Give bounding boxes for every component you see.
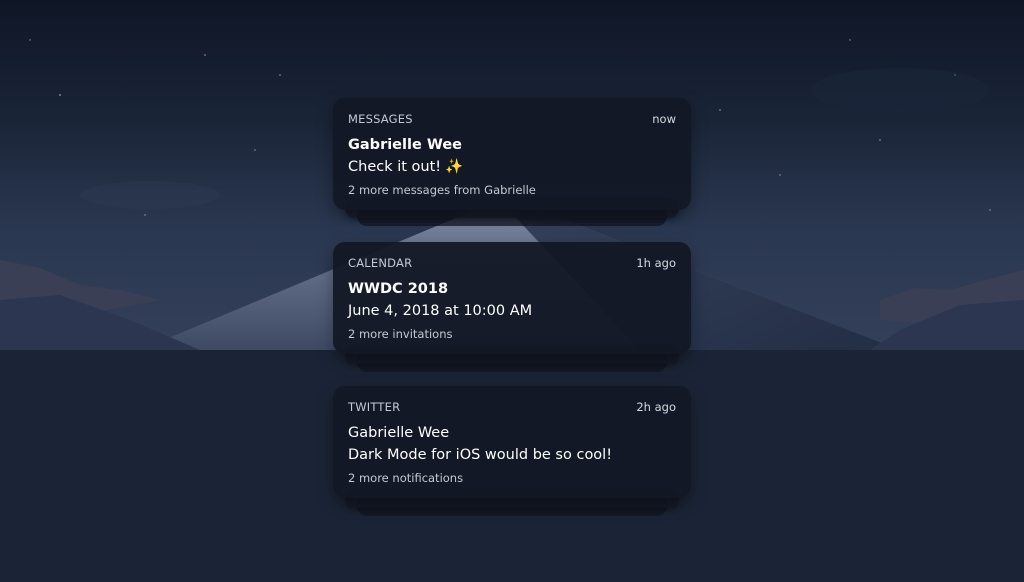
notification-header: CALENDAR 1h ago	[348, 256, 676, 270]
notification-card-calendar[interactable]: CALENDAR 1h ago WWDC 2018 June 4, 2018 a…	[333, 242, 691, 354]
notification-body: Dark Mode for iOS would be so cool!	[348, 447, 613, 463]
notification-body: Check it out! ✨	[348, 158, 676, 176]
sparkles-icon: ✨	[445, 159, 464, 175]
notification-card-messages[interactable]: MESSAGES now Gabrielle Wee Check it out!…	[333, 98, 691, 210]
notification-title: Gabrielle Wee	[348, 137, 462, 153]
notification-card-twitter[interactable]: TWITTER 2h ago Gabrielle Wee Dark Mode f…	[333, 386, 691, 498]
notification-title: WWDC 2018	[348, 281, 449, 297]
notification-header: MESSAGES now	[348, 112, 676, 126]
app-name: MESSAGES	[348, 112, 413, 126]
more-notifications-link[interactable]: 2 more notifications	[348, 471, 676, 485]
app-name: TWITTER	[348, 400, 401, 414]
notification-message: Check it out!	[348, 159, 442, 175]
notification-center-screen: MESSAGES now Gabrielle Wee Check it out!…	[0, 0, 1024, 582]
notification-body: June 4, 2018 at 10:00 AM	[348, 303, 533, 319]
app-name: CALENDAR	[348, 256, 413, 270]
notification-header: TWITTER 2h ago	[348, 400, 676, 414]
notification-time: now	[652, 112, 676, 126]
notification-time: 2h ago	[636, 400, 676, 414]
more-invitations-link[interactable]: 2 more invitations	[348, 327, 676, 341]
more-messages-link[interactable]: 2 more messages from Gabrielle	[348, 183, 676, 197]
notification-title: Gabrielle Wee	[348, 425, 450, 441]
notification-time: 1h ago	[636, 256, 676, 270]
